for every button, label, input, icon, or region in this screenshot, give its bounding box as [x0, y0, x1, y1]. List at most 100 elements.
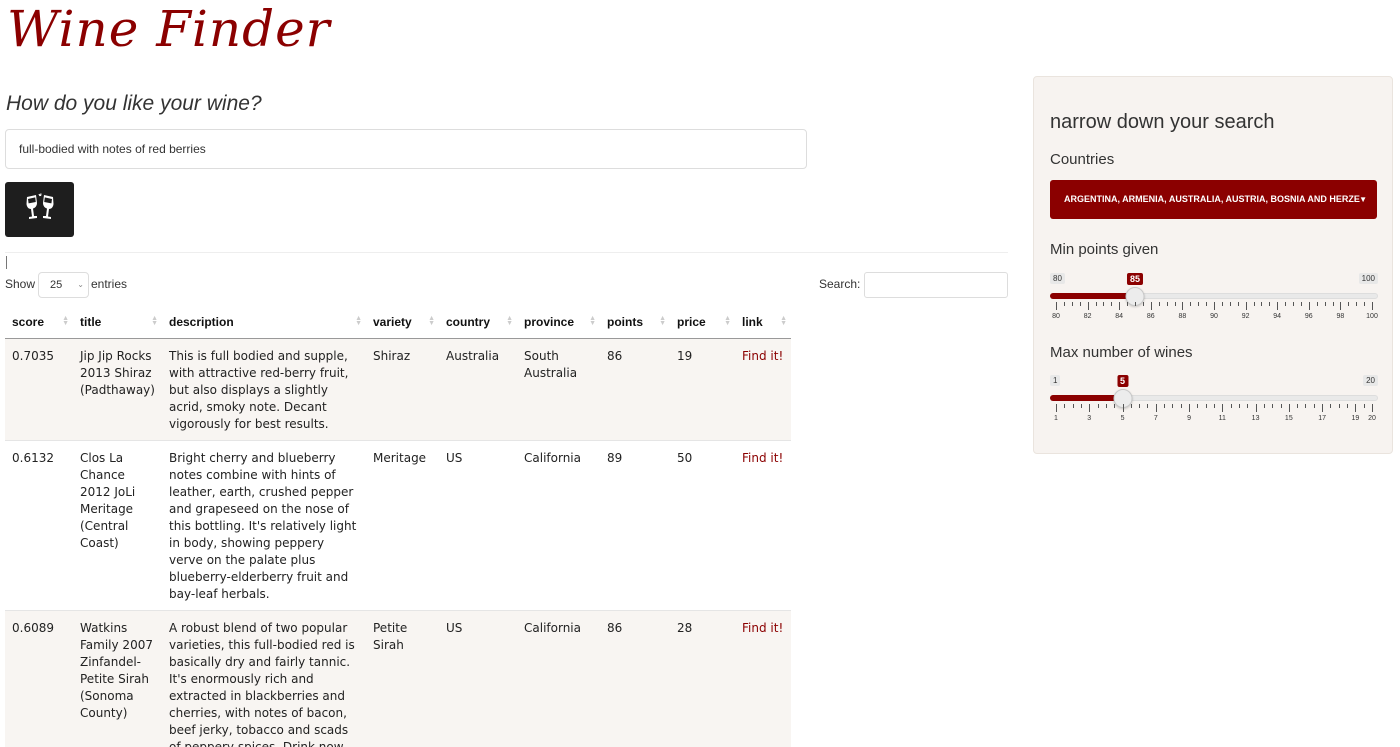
- slider-tick: [1285, 302, 1287, 306]
- slider-tick: [1095, 302, 1097, 306]
- column-header-variety[interactable]: variety ▲ ▼: [366, 307, 439, 339]
- slider-tick-label: 5: [1120, 415, 1125, 422]
- slider-tick: [1332, 302, 1334, 306]
- slider-major-tick: [1255, 404, 1257, 412]
- cell-province: California: [517, 610, 600, 747]
- column-header-score[interactable]: score ▲ ▼: [5, 307, 73, 339]
- slider-major-tick: [1189, 404, 1191, 412]
- table-header-row: score ▲ ▼ title ▲ ▼ description ▲ ▼ variety ▲ ▼ …: [5, 307, 791, 339]
- slider-major-tick: [1322, 404, 1324, 412]
- slider-tick-label: 100: [1366, 313, 1378, 320]
- slider-tick: [1147, 404, 1149, 408]
- slider-tick: [1313, 404, 1315, 408]
- slider-tick-label: 82: [1083, 313, 1092, 320]
- cell-link: Find it!: [735, 440, 791, 611]
- cell-variety: Meritage: [366, 440, 439, 611]
- panel-title: narrow down your search: [1050, 111, 1275, 133]
- slider-tick: [1293, 302, 1294, 306]
- countries-picker-value: ARGENTINA, ARMENIA, AUSTRALIA, AUSTRIA, …: [1064, 194, 1360, 204]
- chevron-down-icon: ⌄: [77, 280, 84, 289]
- find-it-link[interactable]: Find it!: [742, 621, 783, 635]
- section-divider: [5, 252, 1008, 253]
- cell-points: 86: [600, 338, 670, 441]
- slider-major-tick: [1119, 302, 1121, 310]
- cell-province: California: [517, 440, 600, 611]
- cell-country: US: [439, 610, 517, 747]
- sort-icon: ▲ ▼: [62, 315, 69, 327]
- slider-major-tick: [1372, 404, 1373, 412]
- slider-tick: [1238, 404, 1240, 408]
- slider-major-tick: [1150, 302, 1152, 310]
- slider-tick-label: 7: [1153, 415, 1158, 422]
- slider-max-label: 20: [1363, 375, 1378, 386]
- results-table: score ▲ ▼ title ▲ ▼ description ▲ ▼ variety ▲ ▼ …: [5, 307, 791, 747]
- sort-icon: ▲ ▼: [428, 315, 435, 327]
- column-header-country[interactable]: country ▲ ▼: [439, 307, 517, 339]
- slider-tick: [1297, 404, 1299, 408]
- column-header-description[interactable]: description ▲ ▼: [162, 307, 366, 339]
- slider-tick: [1172, 404, 1174, 408]
- slider-tick: [1348, 302, 1350, 306]
- slider-tick: [1142, 302, 1144, 306]
- slider-major-tick: [1308, 302, 1310, 310]
- cell-link: Find it!: [735, 338, 791, 441]
- slider-tick: [1164, 404, 1166, 408]
- slider-tick: [1269, 302, 1271, 306]
- table-row: 0.6089 Watkins Family 2007 Zinfandel-Pet…: [5, 610, 791, 747]
- table-search-input[interactable]: [864, 272, 1008, 298]
- column-header-label: country: [446, 315, 491, 330]
- slider-tick: [1130, 404, 1132, 408]
- slider-tick: [1135, 302, 1136, 306]
- slider-tick: [1197, 404, 1199, 408]
- slider-tick: [1330, 404, 1332, 408]
- clinking-glasses-icon: [23, 193, 57, 226]
- column-header-label: description: [169, 315, 234, 330]
- slider-tick: [1080, 404, 1082, 408]
- sort-icon: ▲ ▼: [724, 315, 731, 327]
- cell-price: 19: [670, 338, 735, 441]
- column-header-label: score: [12, 315, 45, 330]
- slider-tick: [1230, 404, 1232, 408]
- slider-tick-label: 94: [1273, 313, 1282, 320]
- cell-title: Clos La Chance 2012 JoLi Meritage (Centr…: [73, 440, 162, 611]
- taste-query-input[interactable]: [5, 129, 807, 169]
- max-wines-slider[interactable]: 1 20 5 1 3 5 7 9 11 13 15 17 19 20: [1050, 375, 1378, 435]
- slider-tick: [1180, 404, 1182, 408]
- slider-major-tick: [1245, 302, 1247, 310]
- slider-tick: [1071, 302, 1073, 306]
- entries-length-select[interactable]: 25 ⌄: [38, 272, 89, 298]
- slider-tick: [1356, 302, 1358, 306]
- cell-score: 0.6089: [5, 610, 73, 747]
- column-header-link[interactable]: link ▲ ▼: [735, 307, 791, 339]
- cell-description: This is full bodied and supple, with att…: [162, 338, 366, 441]
- filter-panel: narrow down your search Countries ARGENT…: [1033, 76, 1393, 454]
- slider-tick: [1363, 404, 1365, 408]
- app-title: Wine Finder: [7, 0, 331, 58]
- cell-title: Watkins Family 2007 Zinfandel-Petite Sir…: [73, 610, 162, 747]
- slider-major-tick: [1056, 404, 1057, 412]
- slider-tick: [1316, 302, 1318, 306]
- column-header-label: price: [677, 315, 706, 330]
- slider-tick: [1064, 404, 1066, 408]
- slider-major-tick: [1087, 302, 1089, 310]
- find-it-link[interactable]: Find it!: [742, 349, 783, 363]
- slider-tick: [1103, 302, 1105, 306]
- slider-tick-label: 86: [1146, 313, 1155, 320]
- slider-major-tick: [1122, 404, 1124, 412]
- slider-tick: [1114, 404, 1116, 408]
- countries-picker[interactable]: ARGENTINA, ARMENIA, AUSTRALIA, AUSTRIA, …: [1050, 180, 1377, 219]
- slider-tick: [1079, 302, 1081, 306]
- min-points-label: Min points given: [1050, 241, 1159, 258]
- find-wines-button[interactable]: [5, 182, 74, 237]
- column-header-title[interactable]: title ▲ ▼: [73, 307, 162, 339]
- cell-province: South Australia: [517, 338, 600, 441]
- column-header-points[interactable]: points ▲ ▼: [600, 307, 670, 339]
- query-prompt: How do you like your wine?: [6, 92, 262, 115]
- min-points-slider[interactable]: 80 100 85 80 82 84 86 88 90 92 94 96 98 100: [1050, 273, 1378, 333]
- find-it-link[interactable]: Find it!: [742, 451, 783, 465]
- slider-tick-label: 92: [1241, 313, 1250, 320]
- column-header-label: province: [524, 315, 575, 330]
- slider-fill: [1050, 293, 1135, 299]
- column-header-province[interactable]: province ▲ ▼: [517, 307, 600, 339]
- column-header-price[interactable]: price ▲ ▼: [670, 307, 735, 339]
